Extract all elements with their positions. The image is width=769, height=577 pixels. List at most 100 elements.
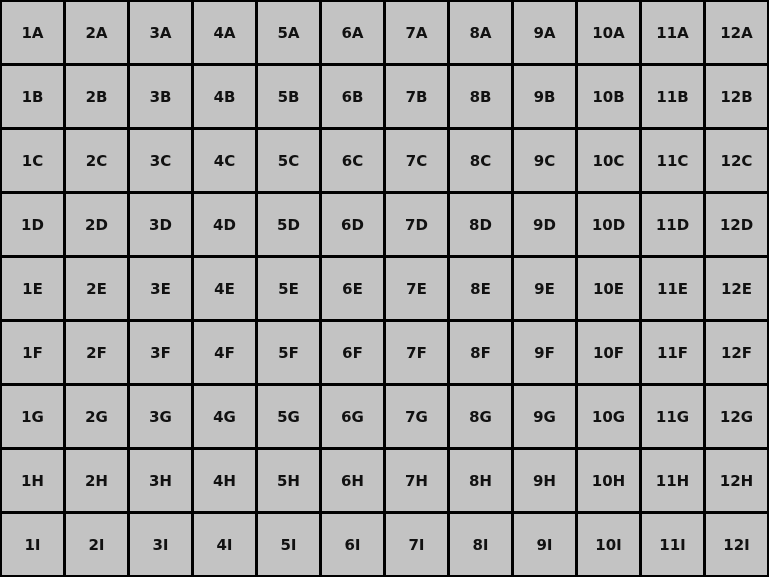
- grid-cell-12a[interactable]: 12A: [706, 2, 767, 63]
- grid-cell-6i[interactable]: 6I: [322, 514, 383, 575]
- grid-cell-12b[interactable]: 12B: [706, 66, 767, 127]
- grid-cell-12f[interactable]: 12F: [706, 322, 767, 383]
- grid-cell-1i[interactable]: 1I: [2, 514, 63, 575]
- grid-cell-9g[interactable]: 9G: [514, 386, 575, 447]
- grid-cell-9b[interactable]: 9B: [514, 66, 575, 127]
- grid-cell-11g[interactable]: 11G: [642, 386, 703, 447]
- grid-cell-10d[interactable]: 10D: [578, 194, 639, 255]
- grid-cell-6f[interactable]: 6F: [322, 322, 383, 383]
- grid-cell-11a[interactable]: 11A: [642, 2, 703, 63]
- grid-cell-11c[interactable]: 11C: [642, 130, 703, 191]
- grid-cell-11f[interactable]: 11F: [642, 322, 703, 383]
- grid-cell-4e[interactable]: 4E: [194, 258, 255, 319]
- grid-cell-1e[interactable]: 1E: [2, 258, 63, 319]
- grid-cell-5h[interactable]: 5H: [258, 450, 319, 511]
- grid-cell-3e[interactable]: 3E: [130, 258, 191, 319]
- grid-cell-12h[interactable]: 12H: [706, 450, 767, 511]
- grid-cell-11b[interactable]: 11B: [642, 66, 703, 127]
- grid-cell-2f[interactable]: 2F: [66, 322, 127, 383]
- grid-cell-11h[interactable]: 11H: [642, 450, 703, 511]
- grid-cell-6d[interactable]: 6D: [322, 194, 383, 255]
- grid-cell-2h[interactable]: 2H: [66, 450, 127, 511]
- grid-cell-7e[interactable]: 7E: [386, 258, 447, 319]
- grid-cell-4b[interactable]: 4B: [194, 66, 255, 127]
- grid-cell-3a[interactable]: 3A: [130, 2, 191, 63]
- grid-cell-7i[interactable]: 7I: [386, 514, 447, 575]
- grid-cell-10c[interactable]: 10C: [578, 130, 639, 191]
- grid-cell-1g[interactable]: 1G: [2, 386, 63, 447]
- grid-cell-8a[interactable]: 8A: [450, 2, 511, 63]
- grid-cell-8b[interactable]: 8B: [450, 66, 511, 127]
- grid-cell-5f[interactable]: 5F: [258, 322, 319, 383]
- grid-cell-3d[interactable]: 3D: [130, 194, 191, 255]
- grid-cell-5g[interactable]: 5G: [258, 386, 319, 447]
- grid-cell-5a[interactable]: 5A: [258, 2, 319, 63]
- grid-cell-5c[interactable]: 5C: [258, 130, 319, 191]
- grid-cell-11i[interactable]: 11I: [642, 514, 703, 575]
- grid-cell-2i[interactable]: 2I: [66, 514, 127, 575]
- grid-cell-8i[interactable]: 8I: [450, 514, 511, 575]
- grid-cell-10g[interactable]: 10G: [578, 386, 639, 447]
- grid-cell-1a[interactable]: 1A: [2, 2, 63, 63]
- grid-cell-2b[interactable]: 2B: [66, 66, 127, 127]
- grid-cell-4f[interactable]: 4F: [194, 322, 255, 383]
- grid-cell-7a[interactable]: 7A: [386, 2, 447, 63]
- grid-cell-4g[interactable]: 4G: [194, 386, 255, 447]
- grid-cell-11d[interactable]: 11D: [642, 194, 703, 255]
- grid-cell-4h[interactable]: 4H: [194, 450, 255, 511]
- grid-cell-12e[interactable]: 12E: [706, 258, 767, 319]
- grid-cell-7c[interactable]: 7C: [386, 130, 447, 191]
- grid-cell-1d[interactable]: 1D: [2, 194, 63, 255]
- grid-cell-9a[interactable]: 9A: [514, 2, 575, 63]
- grid-cell-5e[interactable]: 5E: [258, 258, 319, 319]
- grid-cell-3i[interactable]: 3I: [130, 514, 191, 575]
- grid-cell-9e[interactable]: 9E: [514, 258, 575, 319]
- grid-cell-3f[interactable]: 3F: [130, 322, 191, 383]
- grid-cell-9i[interactable]: 9I: [514, 514, 575, 575]
- grid-cell-7b[interactable]: 7B: [386, 66, 447, 127]
- grid-cell-9c[interactable]: 9C: [514, 130, 575, 191]
- grid-cell-2e[interactable]: 2E: [66, 258, 127, 319]
- grid-cell-5d[interactable]: 5D: [258, 194, 319, 255]
- grid-cell-6h[interactable]: 6H: [322, 450, 383, 511]
- grid-cell-4c[interactable]: 4C: [194, 130, 255, 191]
- grid-cell-10a[interactable]: 10A: [578, 2, 639, 63]
- grid-cell-6c[interactable]: 6C: [322, 130, 383, 191]
- grid-cell-6b[interactable]: 6B: [322, 66, 383, 127]
- grid-cell-12c[interactable]: 12C: [706, 130, 767, 191]
- grid-cell-7h[interactable]: 7H: [386, 450, 447, 511]
- grid-cell-12d[interactable]: 12D: [706, 194, 767, 255]
- grid-cell-3h[interactable]: 3H: [130, 450, 191, 511]
- grid-cell-2d[interactable]: 2D: [66, 194, 127, 255]
- grid-cell-2g[interactable]: 2G: [66, 386, 127, 447]
- grid-cell-10f[interactable]: 10F: [578, 322, 639, 383]
- grid-cell-9f[interactable]: 9F: [514, 322, 575, 383]
- grid-cell-5i[interactable]: 5I: [258, 514, 319, 575]
- grid-cell-1b[interactable]: 1B: [2, 66, 63, 127]
- grid-cell-8c[interactable]: 8C: [450, 130, 511, 191]
- grid-cell-10e[interactable]: 10E: [578, 258, 639, 319]
- grid-cell-4a[interactable]: 4A: [194, 2, 255, 63]
- grid-cell-12i[interactable]: 12I: [706, 514, 767, 575]
- grid-cell-3c[interactable]: 3C: [130, 130, 191, 191]
- grid-cell-9h[interactable]: 9H: [514, 450, 575, 511]
- grid-cell-5b[interactable]: 5B: [258, 66, 319, 127]
- grid-cell-4d[interactable]: 4D: [194, 194, 255, 255]
- grid-cell-10i[interactable]: 10I: [578, 514, 639, 575]
- grid-cell-6a[interactable]: 6A: [322, 2, 383, 63]
- grid-cell-2a[interactable]: 2A: [66, 2, 127, 63]
- grid-cell-3g[interactable]: 3G: [130, 386, 191, 447]
- grid-cell-6e[interactable]: 6E: [322, 258, 383, 319]
- grid-cell-1h[interactable]: 1H: [2, 450, 63, 511]
- grid-cell-8f[interactable]: 8F: [450, 322, 511, 383]
- grid-cell-10h[interactable]: 10H: [578, 450, 639, 511]
- grid-cell-8h[interactable]: 8H: [450, 450, 511, 511]
- grid-cell-1c[interactable]: 1C: [2, 130, 63, 191]
- grid-cell-3b[interactable]: 3B: [130, 66, 191, 127]
- grid-cell-8d[interactable]: 8D: [450, 194, 511, 255]
- grid-cell-7d[interactable]: 7D: [386, 194, 447, 255]
- grid-cell-4i[interactable]: 4I: [194, 514, 255, 575]
- grid-cell-7g[interactable]: 7G: [386, 386, 447, 447]
- grid-cell-11e[interactable]: 11E: [642, 258, 703, 319]
- grid-cell-2c[interactable]: 2C: [66, 130, 127, 191]
